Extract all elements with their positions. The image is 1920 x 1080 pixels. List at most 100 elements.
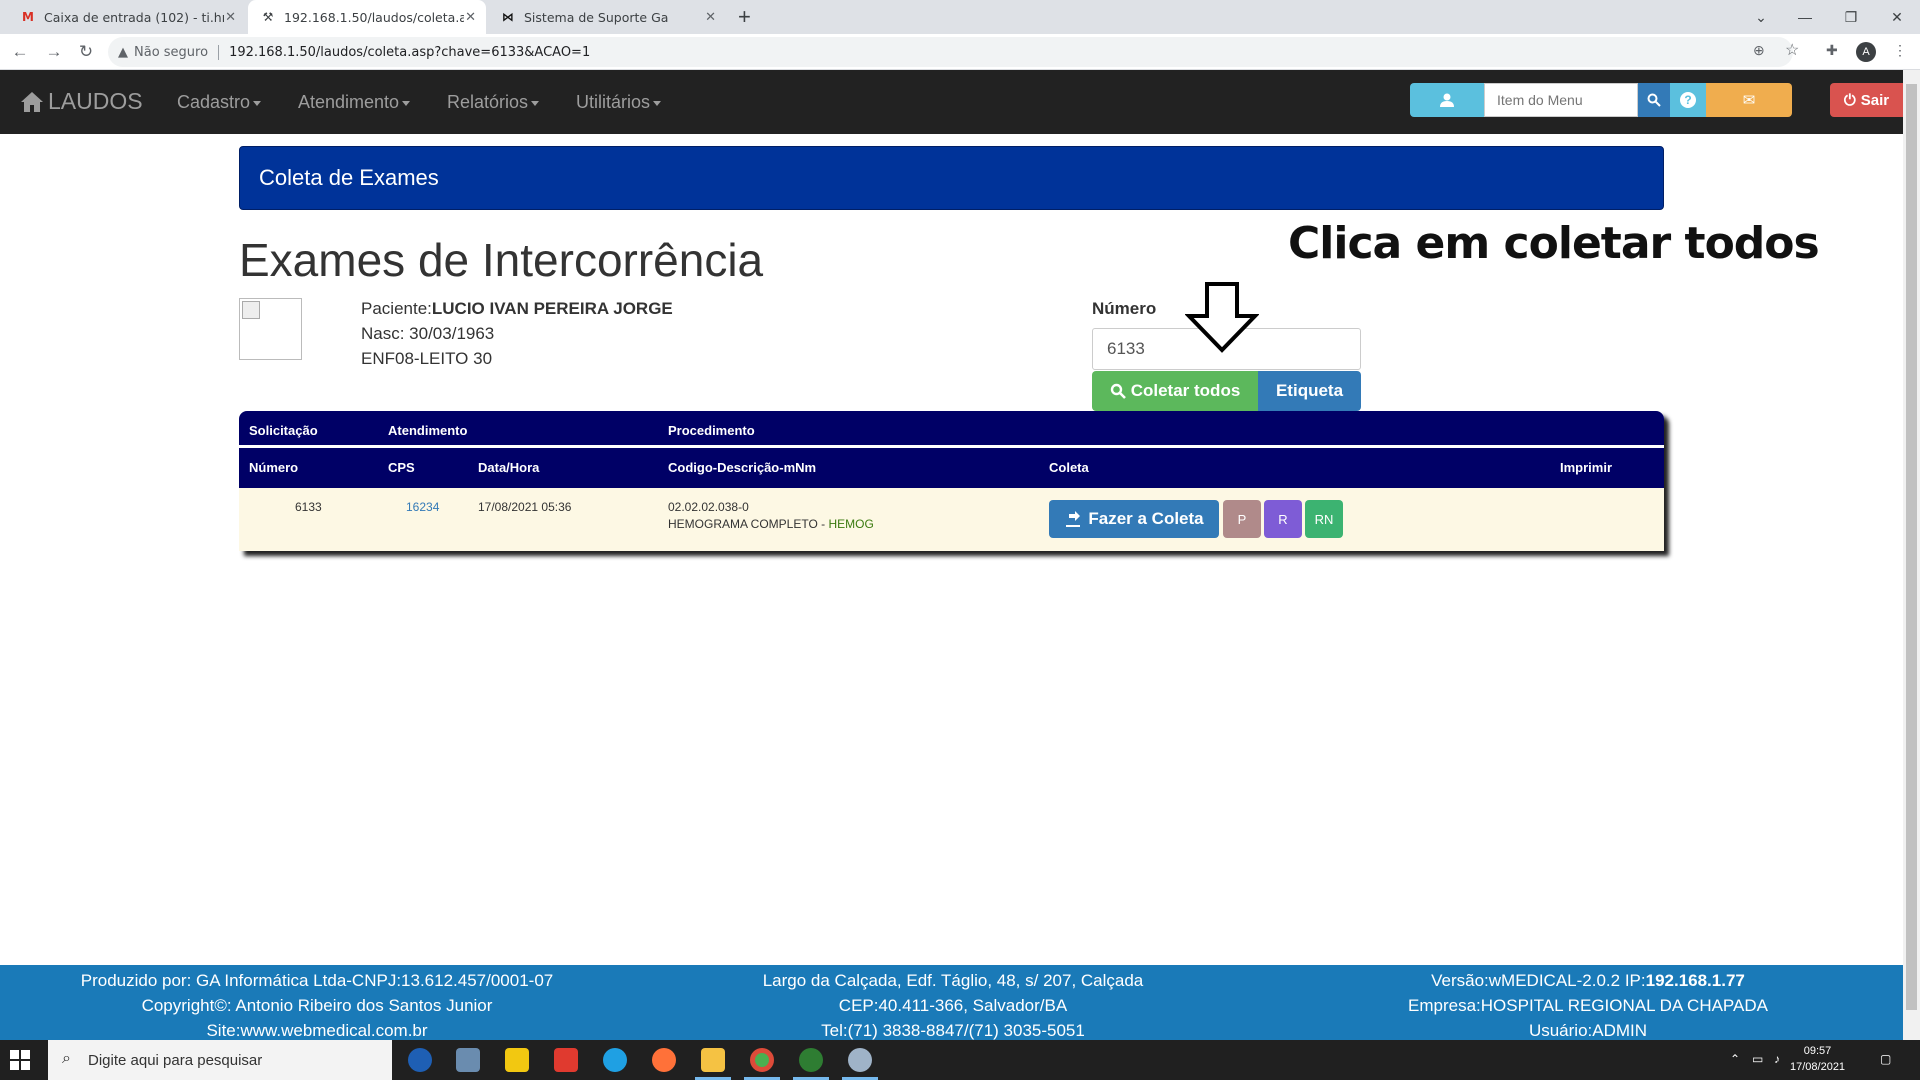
footer-line: Copyright©: Antonio Ribeiro dos Santos J… bbox=[141, 996, 493, 1015]
close-window-icon[interactable]: ✕ bbox=[1874, 0, 1920, 34]
footer-version-text: Versão:wMEDICAL-2.0.2 IP: bbox=[1431, 971, 1646, 990]
anydesk-icon[interactable] bbox=[554, 1048, 578, 1072]
profile-avatar[interactable]: A bbox=[1856, 42, 1876, 62]
caret-down-icon bbox=[653, 100, 662, 106]
question-icon: ? bbox=[1680, 92, 1696, 108]
taskbar-search[interactable]: ⌕ Digite aqui para pesquisar bbox=[48, 1040, 392, 1080]
patient-line: Paciente:LUCIO IVAN PEREIRA JORGE bbox=[361, 299, 673, 319]
close-icon[interactable]: ✕ bbox=[225, 10, 236, 25]
help-button[interactable]: ? bbox=[1670, 83, 1706, 117]
footer-address: Largo da Calçada, Edf. Táglio, 48, s/ 20… bbox=[720, 968, 1186, 1043]
menu-search-input[interactable] bbox=[1484, 83, 1638, 117]
numero-label: Número bbox=[1092, 299, 1157, 318]
col-imprimir: Imprimir bbox=[1560, 460, 1613, 475]
caret-down-icon bbox=[402, 100, 411, 106]
row-cps-link[interactable]: 16234 bbox=[406, 500, 439, 514]
app-navbar: LAUDOS Cadastro Atendimento Relatórios U… bbox=[0, 70, 1903, 134]
browser-tab-strip: M Caixa de entrada (102) - ti.hrcfab ✕ ⚒… bbox=[0, 0, 1920, 34]
minimize-icon[interactable]: — bbox=[1782, 0, 1828, 34]
reload-icon[interactable]: ↻ bbox=[74, 40, 98, 64]
extensions-icon[interactable]: ✚ bbox=[1826, 42, 1838, 59]
user-button[interactable] bbox=[1410, 83, 1484, 117]
col-cps: CPS bbox=[388, 460, 415, 475]
tab-search-icon[interactable]: ⌄ bbox=[1738, 0, 1784, 34]
footer-system-info: Versão:wMEDICAL-2.0.2 IP:192.168.1.77 Em… bbox=[1370, 968, 1806, 1043]
print-rn-button[interactable]: RN bbox=[1305, 500, 1343, 538]
more-options-icon[interactable]: ⋮ bbox=[1893, 42, 1907, 59]
menu-cadastro[interactable]: Cadastro bbox=[177, 92, 262, 113]
footer-company: Empresa:HOSPITAL REGIONAL DA CHAPADA bbox=[1408, 996, 1768, 1015]
volume-icon[interactable]: ♪ bbox=[1774, 1052, 1780, 1066]
app-icon[interactable] bbox=[408, 1048, 432, 1072]
menu-label: Utilitários bbox=[576, 92, 651, 112]
support-icon: ⋈ bbox=[502, 10, 514, 24]
home-icon bbox=[21, 91, 43, 112]
restore-icon[interactable]: ❐ bbox=[1828, 0, 1874, 34]
app-icon[interactable] bbox=[799, 1048, 823, 1072]
footer-line: CEP:40.411-366, Salvador/BA bbox=[838, 996, 1068, 1015]
do-collection-label: Fazer a Coleta bbox=[1088, 509, 1204, 528]
tools-icon: ⚒ bbox=[262, 10, 274, 24]
close-icon[interactable]: ✕ bbox=[705, 10, 716, 25]
patient-location: ENF08-LEITO 30 bbox=[361, 349, 493, 368]
vertical-scrollbar[interactable] bbox=[1903, 70, 1920, 1040]
search-button[interactable] bbox=[1638, 83, 1670, 117]
menu-utilitarios[interactable]: Utilitários bbox=[576, 92, 662, 113]
col-data-hora: Data/Hora bbox=[478, 460, 540, 475]
zoom-icon[interactable]: ⊕ bbox=[1753, 42, 1765, 59]
brand-label: LAUDOS bbox=[48, 88, 143, 114]
table-column-header: Número CPS Data/Hora Codigo-Descrição-mN… bbox=[239, 448, 1664, 488]
close-icon[interactable]: ✕ bbox=[465, 10, 476, 25]
chrome-icon[interactable] bbox=[750, 1048, 774, 1072]
patient-photo bbox=[239, 298, 302, 360]
firefox-icon[interactable] bbox=[652, 1048, 676, 1072]
tab-suporte[interactable]: ⋈ Sistema de Suporte Ga ✕ bbox=[488, 0, 726, 34]
tab-coleta[interactable]: ⚒ 192.168.1.50/laudos/coleta.asp?c ✕ bbox=[248, 0, 486, 34]
collect-all-button[interactable]: Coletar todos bbox=[1092, 371, 1258, 411]
tab-gmail[interactable]: M Caixa de entrada (102) - ti.hrcfab ✕ bbox=[8, 0, 246, 34]
bookmark-star-icon[interactable]: ☆ bbox=[1785, 40, 1799, 60]
taskbar-clock[interactable]: 09:57 17/08/2021 bbox=[1790, 1043, 1845, 1075]
windows-start-icon[interactable] bbox=[10, 1050, 30, 1070]
caret-down-icon bbox=[531, 100, 540, 106]
row-descricao: HEMOGRAMA COMPLETO - HEMOG bbox=[668, 517, 874, 531]
edge-icon[interactable] bbox=[603, 1048, 627, 1072]
arrow-down-icon bbox=[1185, 282, 1259, 353]
table-group-header: Solicitação Atendimento Procedimento bbox=[239, 411, 1664, 448]
print-r-button[interactable]: R bbox=[1264, 500, 1302, 538]
footer-line: Produzido por: GA Informática Ltda-CNPJ:… bbox=[80, 971, 554, 990]
network-icon[interactable]: ▭ bbox=[1752, 1052, 1763, 1066]
powerbi-icon[interactable] bbox=[505, 1048, 529, 1072]
tab-title: Sistema de Suporte Ga bbox=[524, 9, 669, 25]
forward-icon[interactable]: → bbox=[42, 40, 66, 64]
url-text[interactable]: 192.168.1.50/laudos/coleta.asp?chave=613… bbox=[229, 45, 590, 60]
back-icon[interactable]: ← bbox=[8, 40, 32, 64]
do-collection-button[interactable]: Fazer a Coleta bbox=[1049, 500, 1219, 538]
messages-button[interactable]: ✉ bbox=[1706, 83, 1792, 117]
print-p-button[interactable]: P bbox=[1223, 500, 1261, 538]
tab-title: Caixa de entrada (102) - ti.hrcfab bbox=[44, 9, 224, 25]
paint-icon[interactable] bbox=[848, 1048, 872, 1072]
address-bar[interactable]: ▲ Não seguro 192.168.1.50/laudos/coleta.… bbox=[108, 37, 1793, 67]
windows-taskbar: ⌕ Digite aqui para pesquisar ⌃ ▭ ♪ 09:57… bbox=[0, 1040, 1920, 1080]
menu-relatorios[interactable]: Relatórios bbox=[447, 92, 540, 113]
exams-table: Solicitação Atendimento Procedimento Núm… bbox=[239, 411, 1664, 551]
notifications-icon[interactable]: ▢ bbox=[1880, 1052, 1891, 1066]
row-numero: 6133 bbox=[295, 500, 322, 514]
footer-producer: Produzido por: GA Informática Ltda-CNPJ:… bbox=[44, 968, 590, 1043]
brand-link[interactable]: LAUDOS bbox=[20, 88, 143, 115]
label-button[interactable]: Etiqueta bbox=[1258, 371, 1361, 411]
gmail-icon: M bbox=[22, 10, 34, 24]
network-app-icon[interactable] bbox=[456, 1048, 480, 1072]
user-icon bbox=[1440, 93, 1454, 107]
search-icon: ⌕ bbox=[62, 1050, 71, 1067]
menu-atendimento[interactable]: Atendimento bbox=[298, 92, 411, 113]
exit-button[interactable]: ⏻ Sair bbox=[1830, 83, 1903, 117]
scrollbar-thumb[interactable] bbox=[1906, 84, 1917, 1010]
file-explorer-icon[interactable] bbox=[701, 1048, 725, 1072]
col-numero: Número bbox=[249, 460, 299, 475]
patient-birth: Nasc: 30/03/1963 bbox=[361, 324, 495, 343]
new-tab-icon[interactable]: + bbox=[738, 4, 751, 30]
page-footer: Produzido por: GA Informática Ltda-CNPJ:… bbox=[0, 965, 1903, 1040]
tray-chevron-icon[interactable]: ⌃ bbox=[1730, 1052, 1740, 1066]
